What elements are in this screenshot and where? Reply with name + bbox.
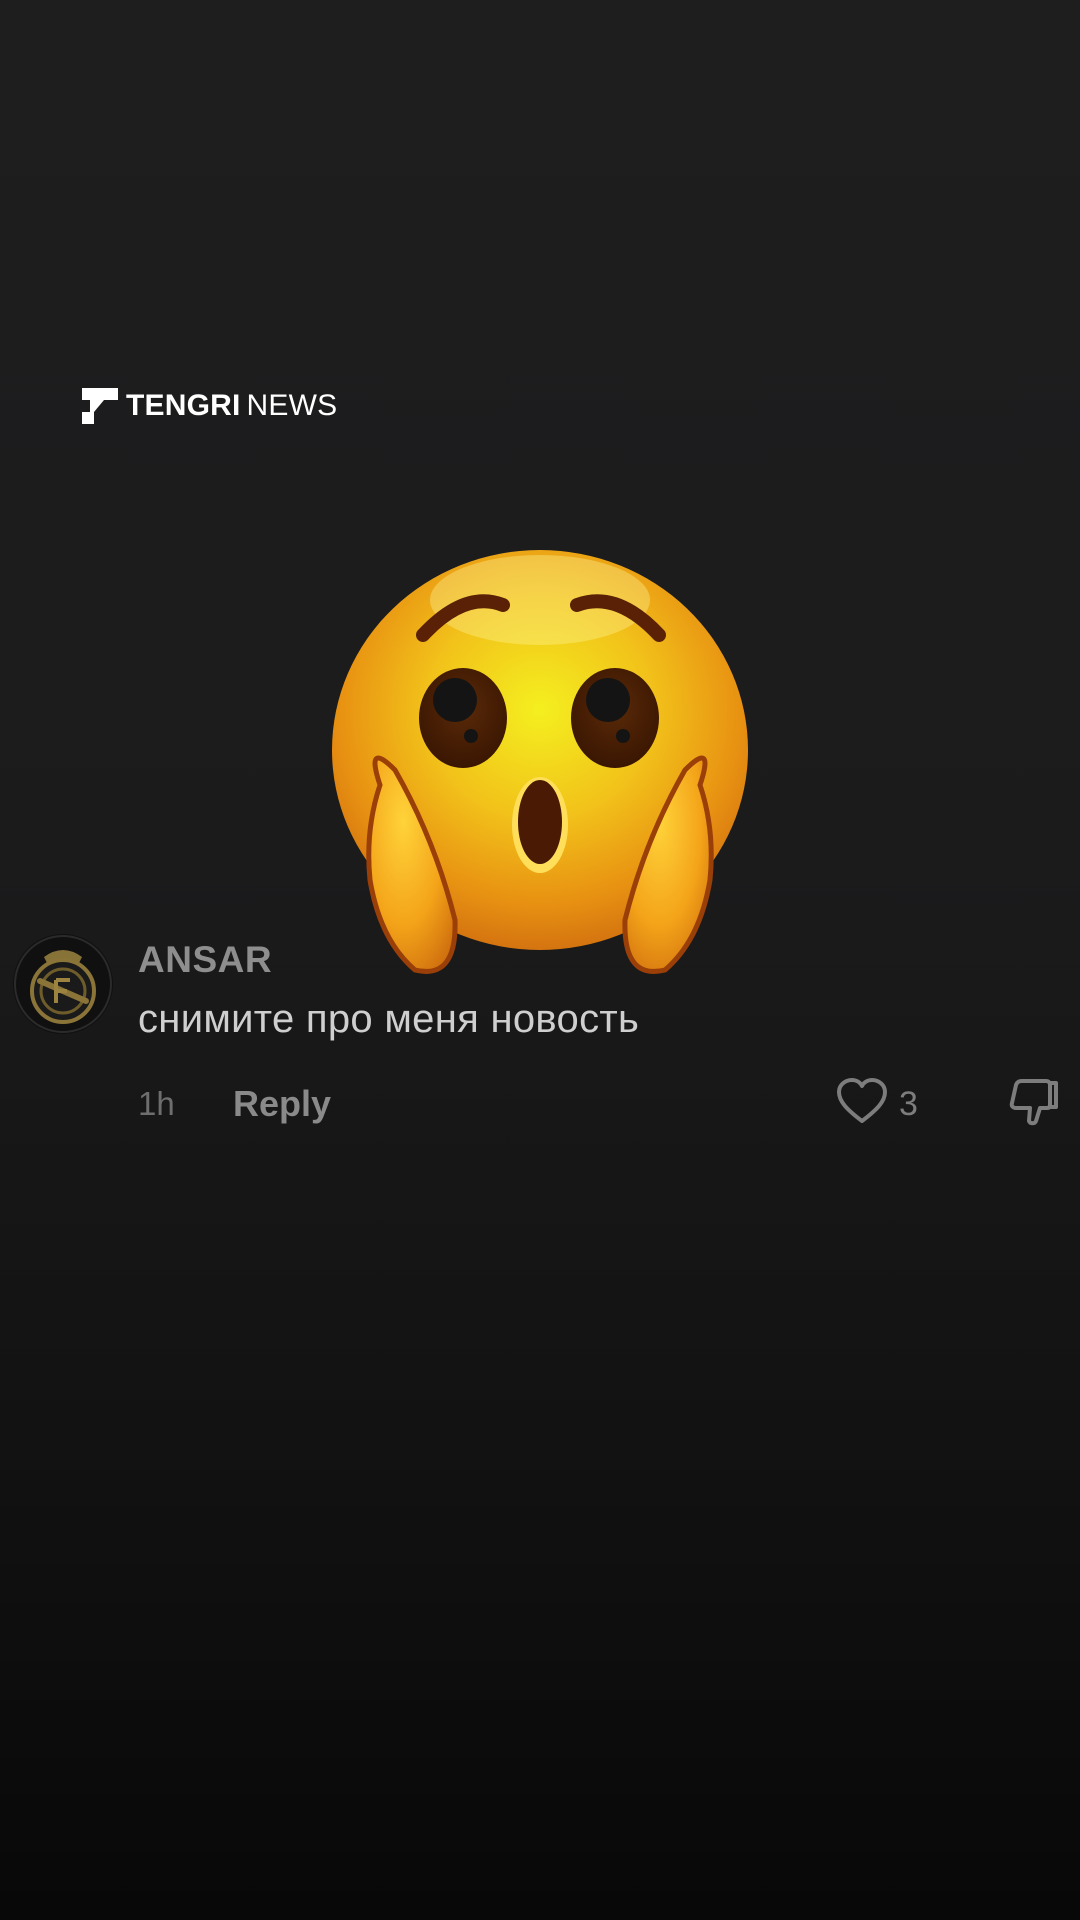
thumbs-down-icon[interactable] — [1008, 1077, 1060, 1127]
reply-button[interactable]: Reply — [233, 1083, 331, 1125]
comment-item: ANSAR снимите про меня новость 1h Reply … — [0, 925, 1080, 1145]
brand-name-bold: TENGRI — [126, 389, 241, 422]
brand-logo-block: TENGRI NEWS — [82, 386, 337, 426]
tengri-logo-icon — [82, 388, 118, 424]
brand-name-light: NEWS — [246, 389, 338, 422]
real-madrid-crest-avatar[interactable] — [12, 933, 114, 1035]
face-screaming-hands-on-cheeks-emoji — [332, 550, 748, 974]
comment-username[interactable]: ANSAR — [138, 939, 272, 981]
heart-outline-icon[interactable] — [836, 1077, 888, 1127]
comment-time: 1h — [138, 1085, 175, 1122]
like-count: 3 — [899, 1085, 918, 1123]
comment-text: снимите про меня новость — [138, 997, 640, 1041]
comment-actions: 1h Reply 3 — [138, 1077, 1068, 1127]
